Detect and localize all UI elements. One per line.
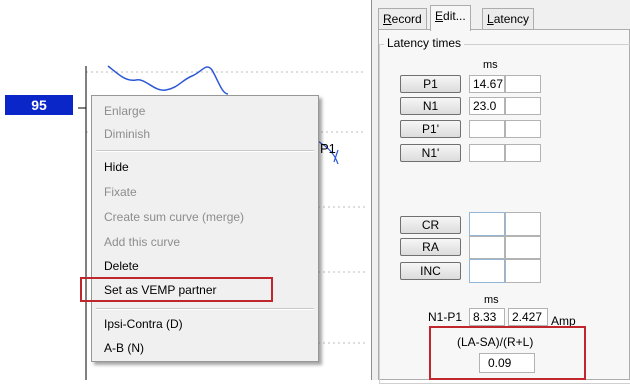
n1-prime-latency-field[interactable]: [469, 144, 505, 162]
peak-marker-label[interactable]: P1: [320, 141, 336, 156]
tab-latency-mnemonic: L: [487, 12, 494, 26]
inc-button[interactable]: INC: [400, 262, 461, 280]
n1-prime-button[interactable]: N1': [400, 144, 461, 162]
n1-prime-extra-field[interactable]: [505, 144, 541, 162]
ra-button[interactable]: RA: [400, 238, 461, 256]
menu-item-enlarge: Enlarge: [104, 104, 146, 118]
cr-value-field[interactable]: [469, 212, 505, 236]
n1-p1-label: N1-P1: [428, 310, 463, 324]
ms-column-header: ms: [483, 59, 498, 71]
p1-button[interactable]: P1: [400, 75, 461, 93]
tab-record-label: ecord: [391, 12, 422, 26]
amp-ms-header: ms: [484, 294, 499, 306]
p1-extra-field[interactable]: [505, 75, 541, 93]
inc-value-field[interactable]: [469, 259, 505, 283]
tab-latency-label: atency: [493, 12, 530, 26]
context-menu: Enlarge Diminish Hide Fixate Create sum …: [80, 95, 319, 362]
menu-item-ipsi-contra[interactable]: Ipsi-Contra (D): [104, 314, 183, 334]
p1-prime-button[interactable]: P1': [400, 120, 461, 138]
p1-prime-latency-field[interactable]: [469, 120, 505, 138]
ra-value-field[interactable]: [469, 236, 505, 259]
edit-panel: Record Edit... Latency Latency times ms …: [371, 0, 630, 384]
tab-edit-label: dit...: [443, 9, 466, 23]
n1-button[interactable]: N1: [400, 97, 461, 115]
vemp-partner-highlight: [80, 277, 273, 302]
menu-item-add-this-curve: Add this curve: [104, 235, 181, 249]
tab-record-mnemonic: R: [383, 12, 392, 26]
menu-item-hide[interactable]: Hide: [104, 157, 129, 177]
menu-separator: [96, 308, 314, 310]
tab-record[interactable]: Record: [378, 8, 427, 30]
menu-item-fixate: Fixate: [104, 185, 137, 199]
tab-latency[interactable]: Latency: [482, 8, 535, 30]
waveform-curve: [107, 65, 229, 95]
inc-extra-field[interactable]: [505, 259, 541, 283]
p1-prime-extra-field[interactable]: [505, 120, 541, 138]
level-badge[interactable]: 95: [5, 95, 73, 115]
n1-extra-field[interactable]: [505, 97, 541, 115]
menu-separator: [96, 150, 314, 152]
ratio-value-field[interactable]: 0.09: [479, 353, 535, 373]
tab-edit[interactable]: Edit...: [430, 5, 471, 31]
latency-times-title: Latency times: [384, 36, 465, 50]
menu-item-delete[interactable]: Delete: [104, 256, 139, 276]
cr-extra-field[interactable]: [505, 212, 541, 236]
menu-item-create-sum-curve: Create sum curve (merge): [104, 210, 245, 224]
menu-item-a-b[interactable]: A-B (N): [104, 338, 144, 358]
n1-latency-field[interactable]: 23.0: [469, 97, 505, 115]
menu-item-diminish: Diminish: [104, 127, 151, 141]
n1-p1-latency-field[interactable]: 8.33: [469, 308, 505, 326]
tab-edit-mnemonic: E: [435, 9, 444, 23]
p1-latency-field[interactable]: 14.67: [469, 75, 505, 93]
ra-extra-field[interactable]: [505, 236, 541, 259]
ratio-label: (LA-SA)/(R+L): [457, 335, 534, 349]
n1-p1-amp-field[interactable]: 2.427: [508, 308, 548, 326]
cr-button[interactable]: CR: [400, 216, 461, 234]
